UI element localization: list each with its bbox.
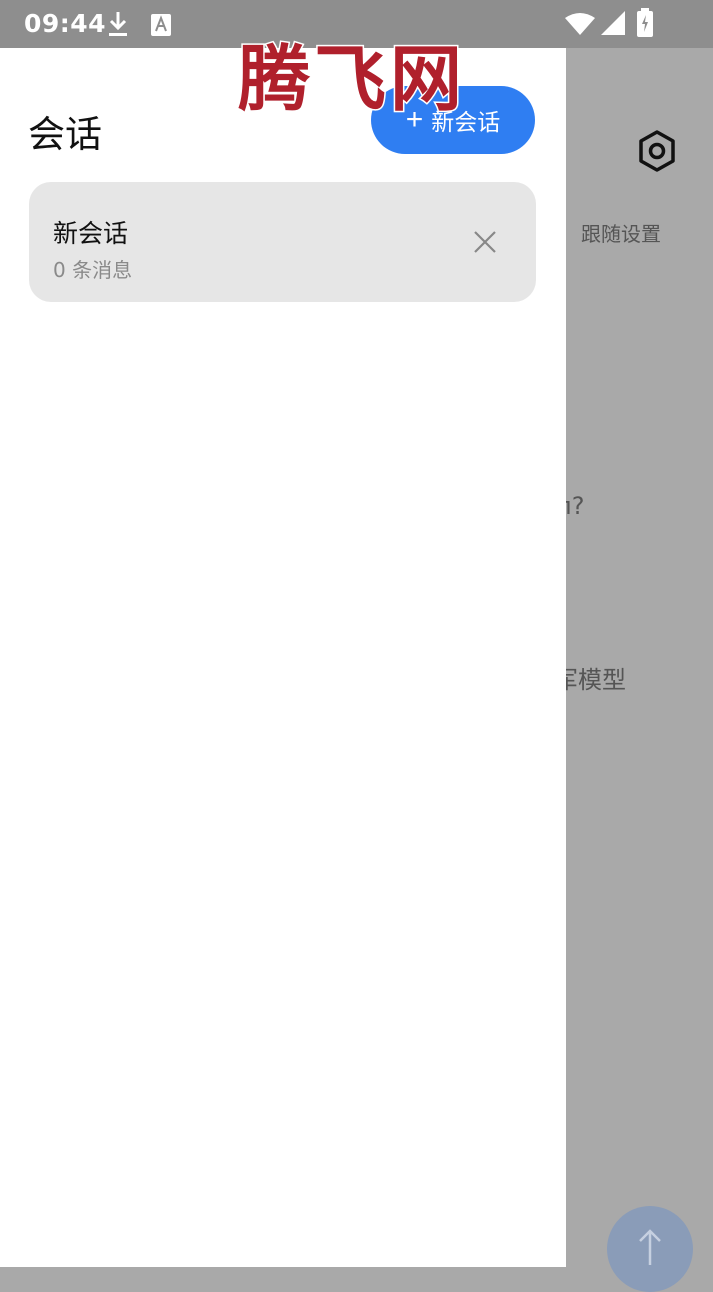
close-icon[interactable]	[469, 226, 501, 258]
session-item[interactable]: 新会话 0 条消息	[29, 182, 536, 302]
session-drawer: 会话 + 新会话 新会话 0 条消息	[0, 48, 566, 1267]
signal-icon	[600, 10, 626, 40]
watermark-logo: 腾飞网	[236, 35, 467, 123]
arrow-up-icon	[637, 1227, 663, 1271]
session-title: 新会话	[53, 219, 129, 248]
follow-settings-label[interactable]: 跟随设置	[581, 218, 661, 247]
drawer-title: 会话	[28, 113, 102, 156]
wifi-icon	[564, 12, 596, 40]
font-a-icon	[150, 13, 172, 41]
session-message-count: 0 条消息	[53, 258, 133, 282]
status-time: 09:44	[24, 9, 107, 38]
settings-hex-icon[interactable]	[634, 128, 680, 174]
send-button[interactable]	[607, 1206, 693, 1292]
battery-charging-icon	[636, 8, 654, 42]
download-icon	[106, 10, 130, 42]
